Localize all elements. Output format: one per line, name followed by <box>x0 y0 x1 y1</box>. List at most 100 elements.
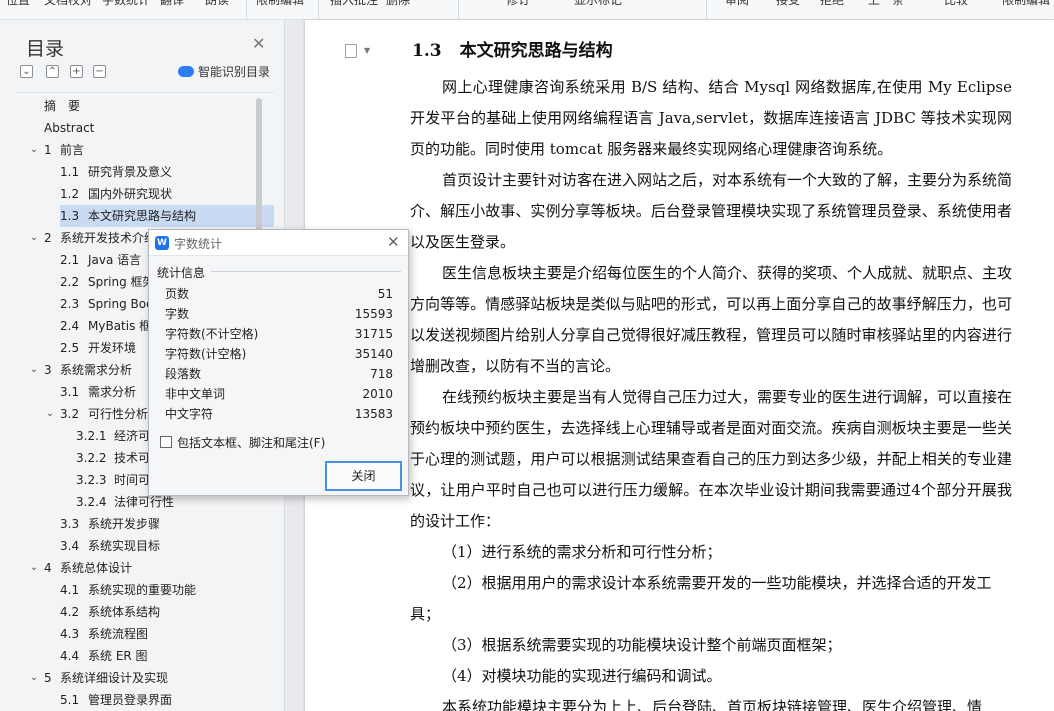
stat-label: 段落数 <box>165 367 202 381</box>
ribbon-separator <box>706 0 707 19</box>
close-icon[interactable]: ✕ <box>387 233 400 251</box>
stat-row: 段落数 718 <box>165 364 393 384</box>
list-item: （4）对模块功能的实现进行编码和调试。 <box>442 667 722 685</box>
toc-item-label: 研究背景及意义 <box>88 165 173 179</box>
ribbon-toolbar: 位置 文档校对 字数统计 翻译 朗读 限制编辑 插入批注 删除 修订 显示标记 审阅 接受 拒绝 上一条 比… <box>0 0 1054 20</box>
toc-item-label: 前言 <box>60 143 85 157</box>
stat-row: 页数 51 <box>165 284 393 304</box>
include-footnotes-checkbox[interactable] <box>160 436 172 448</box>
toc-item-number: 2.1 <box>60 253 80 267</box>
remove-heading-icon[interactable]: − <box>93 65 106 78</box>
smart-toc-button[interactable]: 智能识别目录 <box>178 63 270 80</box>
toc-item-number: 5 <box>44 671 52 685</box>
toc-item[interactable]: 3.3 系统开发步骤 <box>60 513 274 535</box>
chevron-down-icon[interactable]: ⌄ <box>28 227 40 249</box>
toc-item-label: 系统总体设计 <box>60 561 133 575</box>
list-item: （3）根据系统需要实现的功能模块设计整个前端页面框架； <box>442 636 842 654</box>
toc-item[interactable]: 4.4 系统 ER 图 <box>60 645 274 667</box>
ribbon-item[interactable]: 翻译 <box>160 0 184 8</box>
stat-row: 字符数(计空格) 35140 <box>165 344 393 364</box>
toc-item-number: 2 <box>44 231 52 245</box>
stat-value: 2010 <box>362 387 393 401</box>
toc-item-label: 系统实现的重要功能 <box>88 583 197 597</box>
ribbon-item[interactable]: 限制编辑 <box>1002 0 1050 8</box>
stat-value: 31715 <box>354 327 393 341</box>
stat-row: 字符数(不计空格) 31715 <box>165 324 393 344</box>
toc-item-number: 3.2.2 <box>76 451 107 465</box>
toc-item-number: 3.2.4 <box>76 495 107 509</box>
toc-item[interactable]: 5.1 管理员登录界面 <box>60 689 274 711</box>
toc-item-number: 4.4 <box>60 649 80 663</box>
collapse-all-icon[interactable]: ⌄ <box>20 65 33 78</box>
paragraph: 网上心理健康咨询系统采用 B/S 结构、结合 Mysql 网络数据库,在使用 M… <box>410 78 1012 158</box>
toc-item-label: 系统体系结构 <box>88 605 161 619</box>
dialog-title: 字数统计 <box>174 237 223 251</box>
toc-item[interactable]: ⌄ 5 系统详细设计及实现 <box>30 667 274 689</box>
chevron-down-icon[interactable]: ⌄ <box>28 359 40 381</box>
nav-pane-title: 目录 <box>26 38 65 60</box>
toc-item-number: 4.2 <box>60 605 80 619</box>
toc-item-number: 3.2.3 <box>76 473 107 487</box>
chevron-down-icon[interactable]: ⌄ <box>28 667 40 689</box>
paragraph-partial: 本系统功能模块主要分为上上、后台登陆、首页板块链接管理、医生介绍管理、情 <box>442 698 983 711</box>
toc-item-label: 系统 ER 图 <box>88 649 148 663</box>
section-heading: 1.3 本文研究思路与结构 <box>412 36 613 61</box>
divider <box>211 271 401 272</box>
toc-item[interactable]: 1.1 研究背景及意义 <box>60 161 274 183</box>
paragraph: 在线预约板块主要是当有人觉得自己压力过大，需要专业的医生进行调解，可以直接在预约… <box>410 388 1013 530</box>
toc-item-number: 2.2 <box>60 275 80 289</box>
ribbon-item[interactable]: 位置 <box>6 0 30 8</box>
close-button[interactable]: 关闭 <box>325 461 402 491</box>
add-heading-icon[interactable]: + <box>70 65 83 78</box>
ribbon-item[interactable]: 接受 <box>776 0 800 8</box>
toc-item-label: 系统需求分析 <box>60 363 133 377</box>
toc-item-label: 需求分析 <box>88 385 137 399</box>
toc-item-number: 4.1 <box>60 583 80 597</box>
toc-item[interactable]: 1.2 国内外研究现状 <box>60 183 274 205</box>
chevron-down-icon[interactable]: ⌄ <box>28 557 40 579</box>
dialog-titlebar: W 字数统计 ✕ <box>149 230 408 256</box>
toc-item-label: 系统开发步骤 <box>88 517 161 531</box>
toc-item-number: 1.1 <box>60 165 80 179</box>
toc-item[interactable]: 摘 要 <box>44 95 274 117</box>
ribbon-item[interactable]: 文档校对 <box>44 0 92 8</box>
ribbon-item[interactable]: 比较 <box>944 0 968 8</box>
toc-item[interactable]: ⌄ 1 前言 <box>30 139 274 161</box>
ribbon-item[interactable]: 审阅 <box>725 0 749 8</box>
toc-item[interactable]: ⌄ 4 系统总体设计 <box>30 557 274 579</box>
ribbon-item[interactable]: 拒绝 <box>820 0 844 8</box>
toc-item-label: 管理员登录界面 <box>88 693 173 707</box>
ribbon-item[interactable]: 删除 <box>386 0 410 8</box>
wps-logo-icon: W <box>155 236 169 250</box>
toc-item-number: 3.2 <box>60 407 80 421</box>
close-icon[interactable]: ✕ <box>252 34 265 53</box>
toc-item[interactable]: 4.2 系统体系结构 <box>60 601 274 623</box>
ribbon-item[interactable]: 上一条 <box>868 0 904 8</box>
page-icon[interactable] <box>345 44 357 58</box>
toc-item[interactable]: 4.3 系统流程图 <box>60 623 274 645</box>
expand-all-icon[interactable]: ⌃ <box>46 65 59 78</box>
chevron-down-icon[interactable]: ⌄ <box>44 403 56 425</box>
stat-row: 中文字符 13583 <box>165 404 393 424</box>
stat-value: 13583 <box>354 407 393 421</box>
toc-item-number: 1 <box>44 143 52 157</box>
chevron-down-icon[interactable]: ⌄ <box>28 139 40 161</box>
ribbon-item[interactable]: 朗读 <box>205 0 229 8</box>
ribbon-item[interactable]: 字数统计 <box>102 0 150 8</box>
ribbon-item[interactable]: 修订 <box>506 0 530 8</box>
toc-item-number: 1.3 <box>60 209 80 223</box>
paragraph: 医生信息板块主要是介绍每位医生的个人简介、获得的奖项、个人成就、就职点、主攻方向… <box>410 264 1013 375</box>
toc-item[interactable]: Abstract <box>44 117 274 139</box>
toc-item-label: 法律可行性 <box>114 495 175 509</box>
ribbon-item[interactable]: 显示标记 <box>574 0 622 8</box>
ribbon-item[interactable]: 插入批注 <box>330 0 378 8</box>
toc-item[interactable]: 3.4 系统实现目标 <box>60 535 274 557</box>
ribbon-item[interactable]: 限制编辑 <box>256 0 304 8</box>
stat-label: 字符数(不计空格) <box>165 327 259 341</box>
toc-item-label: 系统实现目标 <box>88 539 161 553</box>
toc-item[interactable]: 4.1 系统实现的重要功能 <box>60 579 274 601</box>
word-count-dialog: W 字数统计 ✕ 统计信息 页数 51 字数 15593 字符数(不计空格) 31715 字… <box>148 229 409 496</box>
toc-item[interactable]: 1.3 本文研究思路与结构 <box>60 205 274 227</box>
chevron-down-icon[interactable]: ▼ <box>364 46 370 55</box>
toc-item-number: 3.4 <box>60 539 80 553</box>
